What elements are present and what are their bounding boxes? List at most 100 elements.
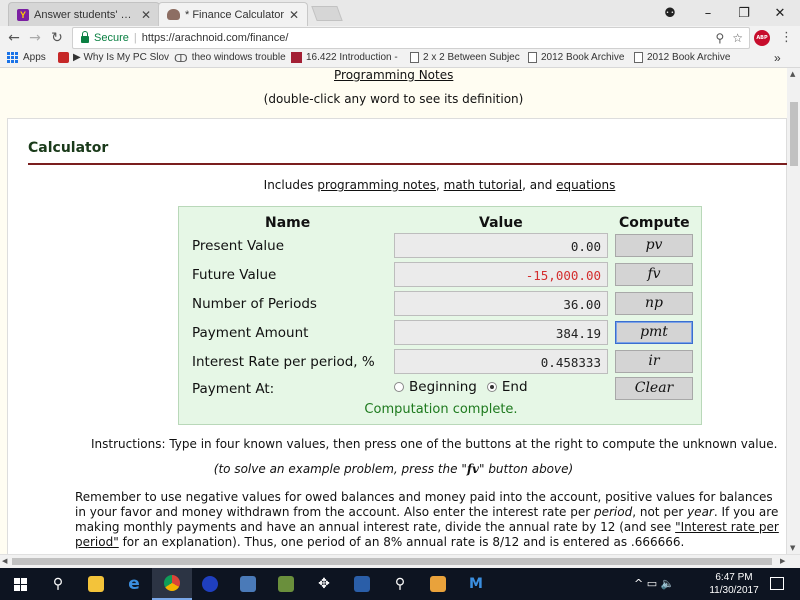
adblock-icon[interactable]: ABP <box>754 30 770 46</box>
notification-icon[interactable] <box>770 577 784 590</box>
bookmark-mit[interactable]: 16.422 Introduction - <box>291 52 398 63</box>
zoom-icon[interactable]: ⚲ <box>715 31 724 45</box>
app-icon[interactable] <box>342 568 382 600</box>
url-text[interactable]: https://arachnoid.com/finance/ <box>142 32 289 44</box>
app-icon[interactable] <box>190 568 230 600</box>
scroll-down-icon[interactable]: ▼ <box>790 544 795 552</box>
example-suffix: " button above) <box>478 462 574 476</box>
future-value-input[interactable]: -15,000.00 <box>394 262 608 287</box>
bookmark-apps[interactable]: Apps <box>7 52 46 63</box>
new-tab-button[interactable] <box>311 6 343 21</box>
bookmark-book-archive-2[interactable]: 2012 Book Archive <box>634 52 730 63</box>
beginning-label: Beginning <box>409 379 477 395</box>
close-window-button[interactable]: ✕ <box>762 0 798 26</box>
tab-title: * Finance Calculator <box>185 8 285 21</box>
chrome-icon[interactable] <box>152 568 192 600</box>
scroll-left-icon[interactable]: ◀ <box>2 557 7 565</box>
para-text: , not per <box>632 505 688 519</box>
address-bar[interactable]: Secure | https://arachnoid.com/finance/ … <box>72 27 750 49</box>
windows-taskbar: ⚲ e ✥ ⚲ M ^ ▭ 🔈 6:47 PM 11/30/2017 <box>0 568 800 600</box>
clock-time: 6:47 PM <box>715 572 753 583</box>
horizontal-scroll-thumb[interactable] <box>12 558 772 565</box>
close-icon[interactable]: ✕ <box>141 8 151 22</box>
reload-icon[interactable]: ↻ <box>47 29 67 47</box>
app-icon[interactable] <box>418 568 458 600</box>
pv-button[interactable]: pv <box>615 234 693 257</box>
divider: | <box>133 32 137 44</box>
file-explorer-icon[interactable] <box>76 568 116 600</box>
math-tutorial-link[interactable]: math tutorial <box>444 178 522 192</box>
payment-amount-input[interactable]: 384.19 <box>394 320 608 345</box>
bookmark-2x2[interactable]: 2 x 2 Between Subjec <box>410 52 520 63</box>
edge-icon[interactable]: e <box>114 568 154 600</box>
interest-rate-label: Interest Rate per period, % <box>192 354 375 370</box>
bookmark-label: 16.422 Introduction - <box>306 52 398 63</box>
horizontal-scrollbar[interactable]: ◀ ▶ <box>0 554 800 568</box>
calculator-form: Name Value Compute Present Value 0.00 pv… <box>178 206 702 425</box>
start-button[interactable] <box>0 568 40 600</box>
para-emphasis: period <box>594 505 633 519</box>
app-icon[interactable] <box>266 568 306 600</box>
name-header: Name <box>265 215 311 231</box>
bookmark-theo[interactable]: ↀ theo windows trouble <box>174 52 286 65</box>
double-click-hint: (double-click any word to see its defini… <box>263 92 524 106</box>
tab-finance-calculator[interactable]: * Finance Calculator ✕ <box>158 2 308 26</box>
file-icon <box>410 52 419 63</box>
end-radio[interactable] <box>486 382 497 392</box>
bookmark-star-icon[interactable]: ☆ <box>732 31 743 45</box>
instructions-text: Instructions: Type in four known values,… <box>91 437 778 451</box>
yellow-y-favicon-icon: Y <box>17 8 29 21</box>
bookmarks-bar: Apps ▶ Why Is My PC Slov ↀ theo windows … <box>0 50 800 68</box>
vertical-scrollbar[interactable]: ▲ ▼ <box>787 68 800 554</box>
np-button[interactable]: np <box>615 292 693 315</box>
restore-button[interactable]: ❐ <box>726 0 762 26</box>
app-icon[interactable]: M <box>456 568 496 600</box>
para-emphasis: year <box>687 505 714 519</box>
includes-prefix: Includes <box>263 178 318 192</box>
clear-button[interactable]: Clear <box>615 377 693 400</box>
forward-arrow-icon[interactable]: → <box>25 29 45 47</box>
number-of-periods-input[interactable]: 36.00 <box>394 291 608 316</box>
app-icon[interactable] <box>228 568 268 600</box>
system-tray[interactable]: ^ ▭ 🔈 <box>634 577 674 590</box>
interest-rate-input[interactable]: 0.458333 <box>394 349 608 374</box>
fv-button[interactable]: fv <box>615 263 693 286</box>
section-rule <box>28 163 787 165</box>
menu-dots-icon[interactable]: ⋮ <box>780 30 793 45</box>
future-value-label: Future Value <box>192 267 277 283</box>
pmt-button[interactable]: pmt <box>615 321 693 344</box>
bookmark-book-archive[interactable]: 2012 Book Archive <box>528 52 624 63</box>
clock-date: 11/30/2017 <box>709 585 759 596</box>
programming-notes-link[interactable]: programming notes <box>317 178 436 192</box>
scroll-up-icon[interactable]: ▲ <box>790 70 795 78</box>
tab-title: Answer students' questic <box>34 8 137 21</box>
search-icon[interactable]: ⚲ <box>38 568 78 600</box>
minimize-button[interactable]: – <box>690 0 726 26</box>
programming-notes-link[interactable]: Programming Notes <box>334 68 453 82</box>
tab-answer-students[interactable]: Y Answer students' questic ✕ <box>8 2 160 26</box>
close-icon[interactable]: ✕ <box>289 8 299 22</box>
account-icon[interactable]: ⚉ <box>652 0 688 26</box>
explanation-paragraph: Remember to use negative values for owed… <box>75 490 787 550</box>
app-icon[interactable]: ⚲ <box>380 568 420 600</box>
comma: , <box>435 178 444 192</box>
present-value-input[interactable]: 0.00 <box>394 233 608 258</box>
bookmark-label: 2 x 2 Between Subjec <box>423 52 520 63</box>
back-arrow-icon[interactable]: ← <box>4 29 24 47</box>
payment-at-options: Beginning End <box>394 379 528 395</box>
payment-at-label: Payment At: <box>192 381 275 397</box>
bookmarks-overflow-icon[interactable]: » <box>774 51 781 65</box>
browser-toolbar: ← → ↻ Secure | https://arachnoid.com/fin… <box>0 26 800 50</box>
scroll-right-icon[interactable]: ▶ <box>780 557 785 565</box>
vertical-scroll-thumb[interactable] <box>790 102 798 166</box>
beginning-radio[interactable] <box>394 382 404 392</box>
compute-header: Compute <box>619 215 690 231</box>
payment-amount-label: Payment Amount <box>192 325 309 341</box>
ir-button[interactable]: ir <box>615 350 693 373</box>
app-icon[interactable]: ✥ <box>304 568 344 600</box>
taskbar-clock[interactable]: 6:47 PM 11/30/2017 <box>706 571 762 597</box>
bookmark-label: theo windows trouble <box>191 52 286 63</box>
equations-link[interactable]: equations <box>556 178 615 192</box>
status-message: Computation complete. <box>364 402 518 417</box>
bookmark-pc-slow[interactable]: ▶ Why Is My PC Slov <box>58 52 169 63</box>
